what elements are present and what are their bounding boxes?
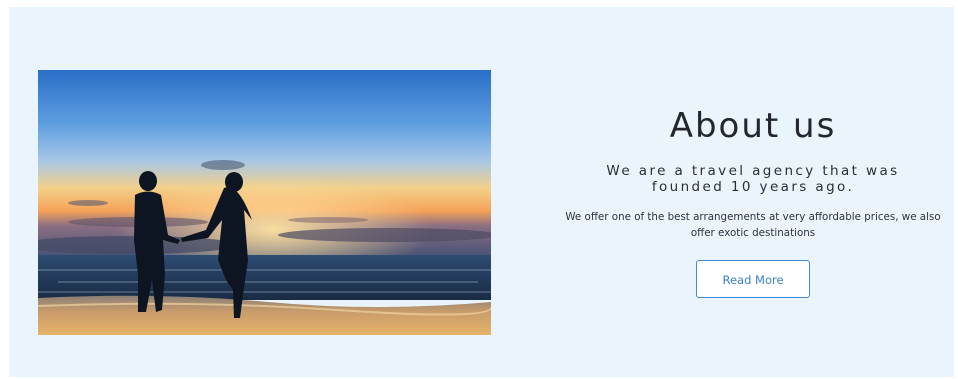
about-subtitle: We are a travel agency that was founded …: [606, 163, 900, 195]
read-more-button[interactable]: Read More: [696, 260, 810, 298]
about-description: We offer one of the best arrangements at…: [565, 211, 941, 239]
about-content: About us We are a travel agency that was…: [553, 97, 953, 298]
about-title: About us: [669, 106, 837, 146]
beach-sunset-couple-photo: [38, 70, 491, 335]
about-section: About us We are a travel agency that was…: [9, 7, 954, 377]
